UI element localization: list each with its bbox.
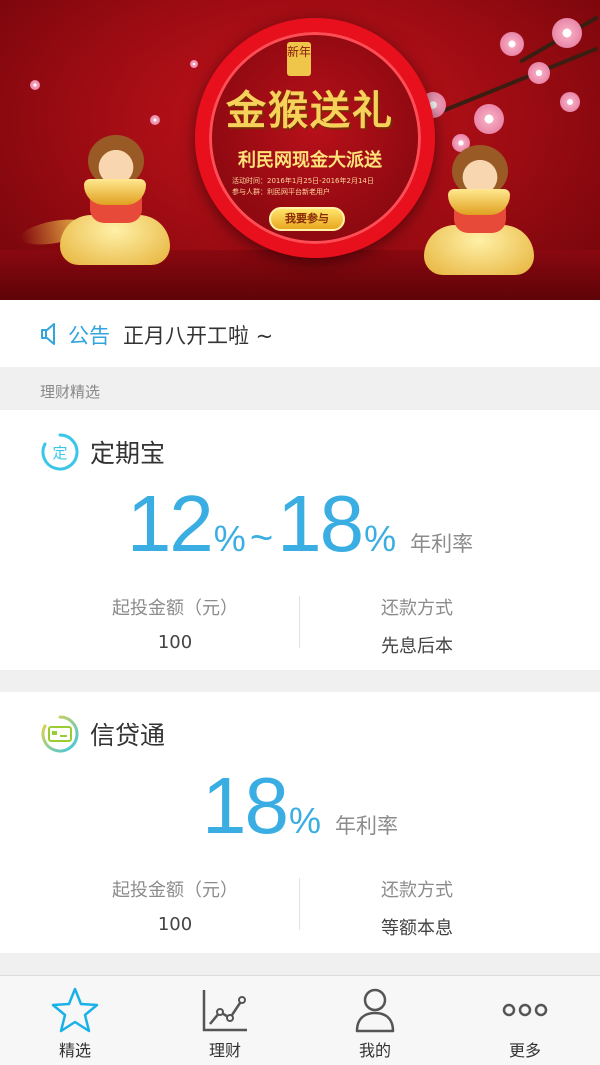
plum-petal (190, 60, 198, 68)
banner-title: 金猴送礼 (226, 87, 394, 134)
repay-label: 还款方式 (381, 880, 453, 901)
rate-value: 18 (202, 761, 289, 850)
notice-label: 公告 (68, 324, 110, 348)
rate-min: 12 (126, 479, 214, 568)
star-icon (51, 987, 99, 1033)
plum-blossom (528, 62, 550, 84)
rate-max: 18 (277, 479, 364, 568)
percent-sign: % (288, 800, 321, 841)
tab-more[interactable]: 更多 (450, 976, 600, 1065)
tab-label: 精选 (58, 1041, 91, 1060)
interest-rate: 12% ~18% 年利率 (0, 478, 600, 570)
participants: 参与人群：利民网平台新老用户 (232, 188, 330, 196)
plum-blossom (560, 92, 580, 112)
rate-unit: 年利率 (410, 532, 474, 556)
percent-sign: % (364, 518, 397, 559)
line-chart-icon (202, 990, 247, 1032)
svg-text:定: 定 (52, 444, 67, 462)
repay-label: 还款方式 (381, 598, 453, 619)
tab-label: 更多 (508, 1041, 541, 1060)
tab-finance[interactable]: 理财 (150, 976, 300, 1065)
repay-method: 还款方式 先息后本 (267, 594, 567, 658)
activity-time: 活动时间：2016年1月25日-2016年2月14日 (232, 177, 374, 185)
range-tilde: ~ (249, 516, 274, 560)
tab-mine[interactable]: 我的 (300, 976, 450, 1065)
product-name: 定期宝 (90, 439, 166, 468)
rate-unit: 年利率 (335, 814, 398, 838)
fixed-term-icon: 定 (41, 433, 79, 471)
more-dots-icon (502, 1003, 548, 1017)
repay-value: 先息后本 (381, 636, 453, 657)
percent-sign: % (213, 518, 246, 559)
tab-label: 理财 (208, 1041, 241, 1060)
credit-card-icon (41, 715, 79, 753)
user-icon (355, 988, 395, 1033)
monkey-mascot-left (18, 125, 170, 265)
tab-label: 我的 (358, 1041, 391, 1060)
plum-petal (30, 80, 40, 90)
join-button[interactable]: 我要参与 (269, 207, 345, 231)
tab-featured[interactable]: 精选 (0, 976, 150, 1065)
section-title: 理财精选 (40, 383, 101, 401)
product-name: 信贷通 (90, 721, 166, 750)
interest-rate: 18% 年利率 (0, 760, 600, 852)
banner-subtitle: 利民网现金大派送 (238, 150, 382, 171)
gold-ingot (448, 189, 510, 215)
speaker-icon (41, 323, 55, 345)
plum-petal (150, 115, 160, 125)
product-card-credit[interactable]: 信贷通 18% 年利率 起投金额（元） 100 还款方式 等额本息 (0, 692, 600, 953)
promo-banner[interactable]: 新年 金猴送礼 利民网现金大派送 活动时间：2016年1月25日-2016年2月… (0, 0, 600, 300)
plum-blossom (500, 32, 524, 56)
repay-value: 等额本息 (381, 918, 453, 939)
monkey-mascot-right (424, 135, 534, 275)
repay-method: 还款方式 等额本息 (267, 876, 567, 940)
notice-text[interactable]: 正月八开工啦 ~ (123, 320, 273, 350)
banner-info: 活动时间：2016年1月25日-2016年2月14日 参与人群：利民网平台新老用… (232, 176, 382, 198)
plum-blossom (552, 18, 582, 48)
product-card-fixed[interactable]: 定 定期宝 12% ~18% 年利率 起投金额（元） 100 还款方式 先息后本 (0, 410, 600, 670)
gold-ingot (84, 179, 146, 205)
plum-blossom (474, 104, 504, 134)
notice-bar[interactable]: 公告 正月八开工啦 ~ (0, 300, 600, 367)
bottom-tab-bar: 精选 理财 我的 更多 (0, 975, 600, 1065)
new-year-seal: 新年 (287, 42, 311, 76)
